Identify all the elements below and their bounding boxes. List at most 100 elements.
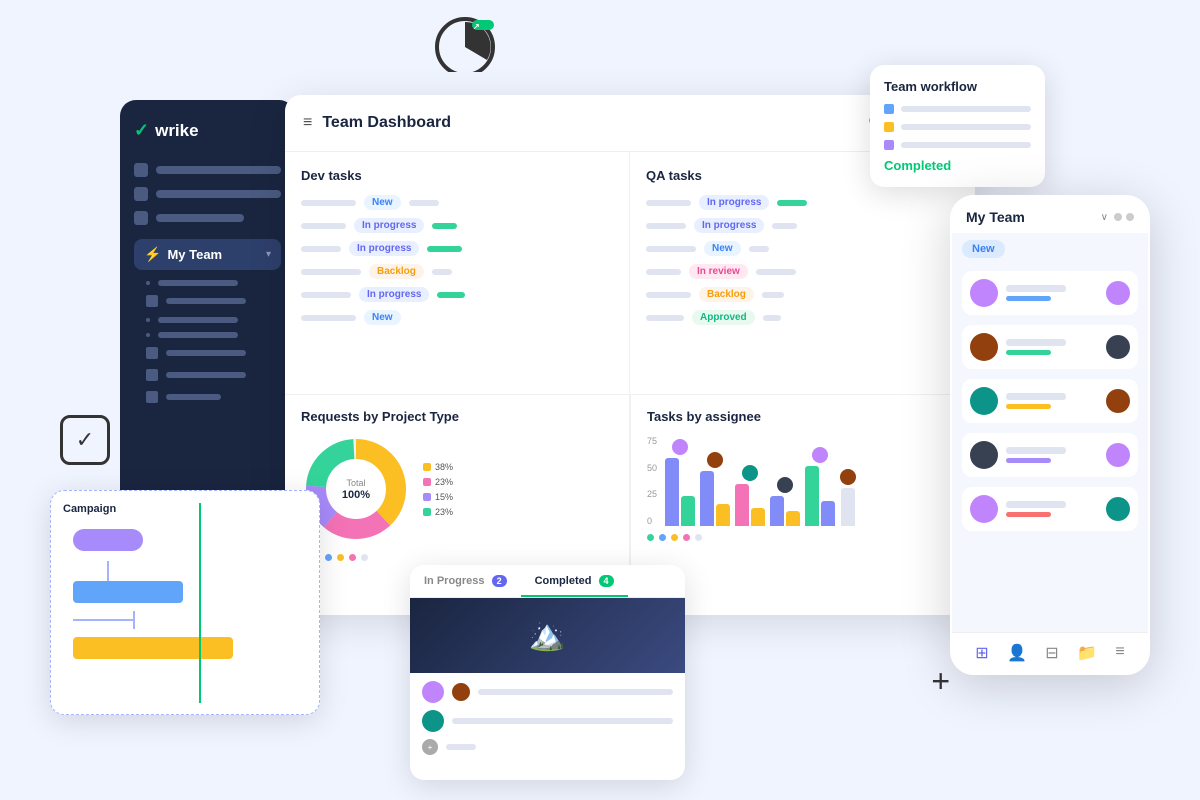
mobile-chevron-icon[interactable]: ∨	[1101, 212, 1108, 223]
task-bar	[749, 246, 769, 252]
mobile-name-bar	[1006, 339, 1066, 346]
mobile-status-bar	[1006, 458, 1051, 463]
tab-icon-menu[interactable]: ≡	[1115, 643, 1124, 663]
dot-icon	[146, 318, 150, 322]
tab-completed-badge: 4	[599, 575, 614, 587]
task-row: In progress	[646, 195, 959, 210]
new-badge: New	[962, 240, 1005, 258]
status-badge-new: New	[364, 310, 401, 325]
mobile-item-5	[962, 487, 1138, 531]
sidebar-sub-item-3[interactable]	[134, 317, 281, 323]
mobile-dot-2[interactable]	[1126, 213, 1134, 221]
mobile-item-1	[962, 271, 1138, 315]
mobile-title: My Team	[966, 209, 1095, 225]
task-bar	[646, 246, 696, 252]
sidebar-sub-bar	[158, 332, 238, 338]
mobile-status-bar	[1006, 296, 1051, 301]
mobile-status-bar	[1006, 404, 1051, 409]
tab-icon-grid[interactable]: ⊞	[975, 643, 988, 663]
campaign-green-line	[199, 503, 201, 703]
sidebar-item-bar	[156, 190, 281, 198]
task-bar	[301, 315, 356, 321]
my-team-button[interactable]: ⚡ My Team ▾	[134, 239, 281, 270]
sidebar-sub-item-7[interactable]	[134, 391, 281, 403]
tasks-list-row-1	[422, 681, 673, 703]
tasks-list-avatar	[452, 683, 470, 701]
campaign-node-purple	[73, 529, 143, 551]
qa-tasks-panel: QA tasks In progress In progress New In …	[630, 152, 975, 395]
sidebar-item-bar	[156, 166, 281, 174]
campaign-node-blue	[73, 581, 183, 603]
sidebar-sub-bar	[158, 317, 238, 323]
mobile-header: My Team ∨	[952, 197, 1148, 233]
bar-group-2	[700, 452, 730, 526]
tab-completed-label: Completed	[535, 575, 592, 587]
bar-group-1	[665, 439, 695, 526]
bar-group-6	[840, 469, 856, 526]
mobile-status-bar	[1006, 350, 1051, 355]
mobile-info-2	[1006, 339, 1098, 355]
sidebar-sub-item-1[interactable]	[134, 280, 281, 286]
assignee-title: Tasks by assignee	[647, 409, 959, 424]
bar-chart: 75 50 25 0	[647, 436, 959, 526]
task-bar	[756, 269, 796, 275]
progress-bar	[427, 246, 462, 252]
sidebar-sub-item-2[interactable]	[134, 295, 281, 307]
tasks-tabs: In Progress 2 Completed 4	[410, 565, 685, 598]
status-badge-inreview: In review	[689, 264, 748, 279]
mobile-bottom-tabs: ⊞ 👤 ⊟ 📁 ≡	[952, 632, 1148, 673]
mobile-name-bar	[1006, 447, 1066, 454]
svg-text:100%: 100%	[342, 489, 370, 501]
tab-completed[interactable]: Completed 4	[521, 565, 628, 597]
mobile-new-section: New	[952, 233, 1148, 263]
sidebar-item-grid[interactable]	[134, 187, 281, 201]
progress-bar	[432, 223, 457, 229]
workflow-bar	[901, 124, 1031, 130]
task-row: In progress	[646, 218, 959, 233]
status-badge-new: New	[704, 241, 741, 256]
sidebar-sub-item-6[interactable]	[134, 369, 281, 381]
chart-labels: 38% 23% 15% 23%	[423, 462, 453, 517]
task-bar	[301, 200, 356, 206]
campaign-connector	[73, 611, 307, 629]
tab-icon-folder[interactable]: 📁	[1077, 643, 1097, 663]
tab-icon-user[interactable]: 👤	[1007, 643, 1027, 663]
task-row: Approved	[646, 310, 959, 325]
menu-icon[interactable]: ≡	[303, 114, 312, 132]
mobile-avatar-2	[970, 333, 998, 361]
mobile-avatar-3	[970, 387, 998, 415]
workflow-dot-yellow	[884, 122, 894, 132]
sidebar-sub-item-5[interactable]	[134, 347, 281, 359]
workflow-bar	[901, 142, 1031, 148]
mobile-info-5	[1006, 501, 1098, 517]
mobile-item-3	[962, 379, 1138, 423]
mobile-info-3	[1006, 393, 1098, 409]
sidebar-sub-bar	[166, 394, 221, 400]
sidebar-sub-bar	[166, 372, 246, 378]
tasks-list-bar	[478, 689, 673, 695]
task-row: In progress	[301, 218, 613, 233]
mobile-avatar-4	[970, 441, 998, 469]
mobile-name-bar	[1006, 285, 1066, 292]
dashboard-content: Dev tasks New In progress In progress Ba…	[285, 152, 975, 615]
tab-inprogress-badge: 2	[492, 575, 507, 587]
tasks-list-bar	[446, 744, 476, 750]
mobile-dot-1[interactable]	[1114, 213, 1122, 221]
mobile-avatar-5	[970, 495, 998, 523]
task-bar	[763, 315, 781, 321]
mobile-item-2	[962, 325, 1138, 369]
grid-icon	[134, 187, 148, 201]
progress-bar	[777, 200, 807, 206]
tab-icon-apps[interactable]: ⊟	[1045, 643, 1058, 663]
sidebar-item-box[interactable]	[134, 211, 281, 225]
status-badge-inprogress: In progress	[349, 241, 419, 256]
tasks-card: In Progress 2 Completed 4 🏔️ +	[410, 565, 685, 780]
sidebar-item-home[interactable]	[134, 163, 281, 177]
workflow-card: Team workflow Completed	[870, 65, 1045, 187]
sidebar-sub-item-4[interactable]	[134, 332, 281, 338]
tab-inprogress[interactable]: In Progress 2	[410, 565, 521, 597]
task-bar	[301, 223, 346, 229]
tasks-image: 🏔️	[410, 598, 685, 673]
mobile-right-avatar-4	[1106, 443, 1130, 467]
logo: ✓ wrike	[134, 120, 281, 141]
